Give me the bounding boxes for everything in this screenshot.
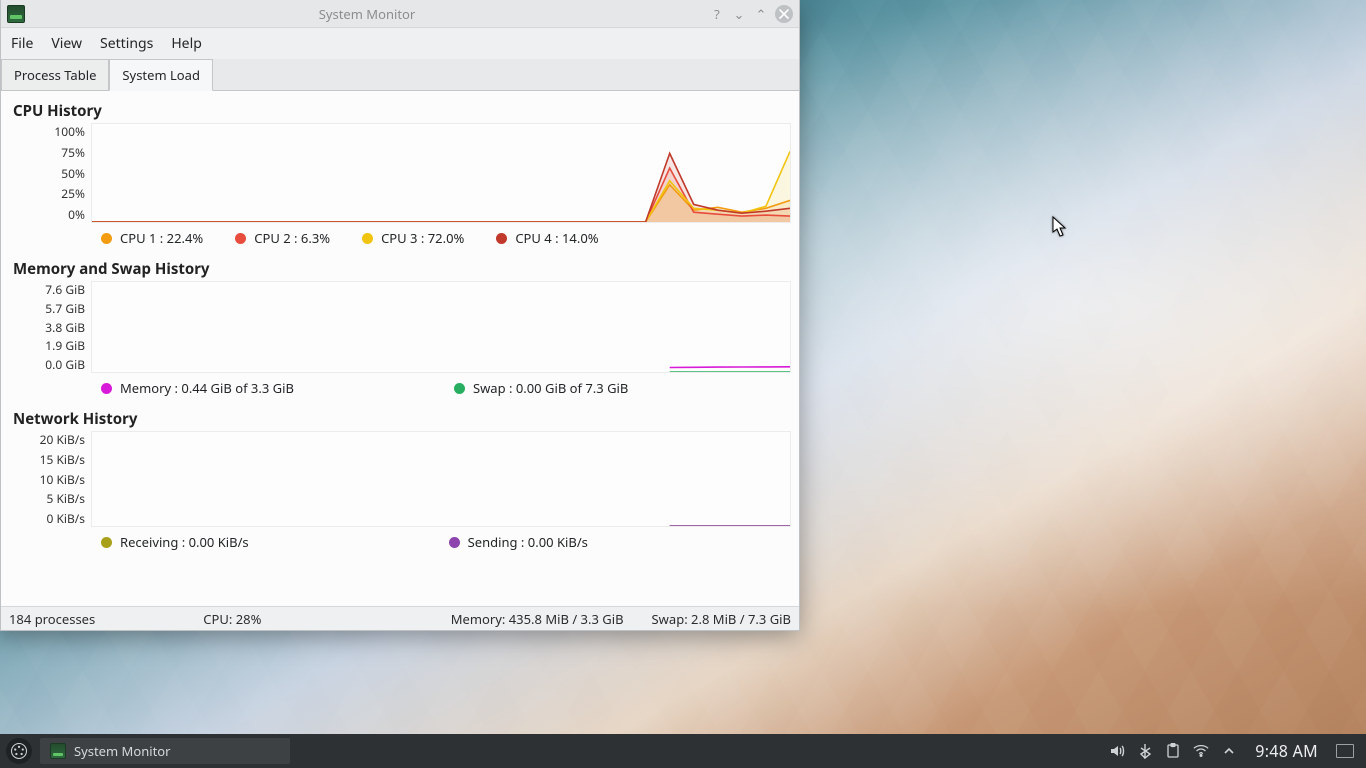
cpu-legend: CPU 1 : 22.4% CPU 2 : 6.3% CPU 3 : 72.0%… — [9, 223, 791, 255]
window-title: System Monitor — [25, 5, 709, 23]
statusbar: 184 processes CPU: 28% Memory: 435.8 MiB… — [1, 606, 799, 630]
network-chart — [91, 431, 791, 527]
close-button[interactable] — [775, 5, 793, 23]
network-history-title: Network History — [13, 409, 791, 429]
application-launcher[interactable] — [6, 738, 32, 764]
memory-chart — [91, 281, 791, 373]
network-icon[interactable] — [1193, 743, 1209, 759]
network-y-axis: 20 KiB/s 15 KiB/s 10 KiB/s 5 KiB/s 0 KiB… — [9, 431, 91, 527]
status-cpu: CPU: 28% — [203, 610, 261, 628]
memory-ytick: 1.9 GiB — [9, 337, 85, 354]
network-chart-wrap: 20 KiB/s 15 KiB/s 10 KiB/s 5 KiB/s 0 KiB… — [9, 431, 791, 527]
network-ytick: 10 KiB/s — [9, 471, 85, 488]
tray-expand-icon[interactable] — [1221, 743, 1237, 759]
cpu-ytick: 0% — [9, 206, 85, 223]
dot-icon — [362, 233, 373, 244]
network-ytick: 0 KiB/s — [9, 510, 85, 527]
show-desktop-button[interactable] — [1336, 744, 1354, 758]
system-monitor-icon — [7, 5, 25, 23]
window-buttons: ? ⌄ ⌃ — [709, 5, 793, 23]
cpu-history-title: CPU History — [13, 101, 791, 121]
taskbar-task-system-monitor[interactable]: System Monitor — [40, 738, 290, 764]
memory-ytick: 5.7 GiB — [9, 300, 85, 317]
network-ytick: 5 KiB/s — [9, 490, 85, 507]
dot-icon — [496, 233, 507, 244]
status-swap: Swap: 2.8 MiB / 7.3 GiB — [652, 610, 791, 628]
bluetooth-icon[interactable] — [1137, 743, 1153, 759]
menu-settings[interactable]: Settings — [100, 34, 153, 53]
menu-file[interactable]: File — [11, 34, 33, 53]
memory-ytick: 0.0 GiB — [9, 356, 85, 373]
cpu-ytick: 75% — [9, 144, 85, 161]
memory-legend-item: Memory : 0.44 GiB of 3.3 GiB — [101, 379, 294, 397]
system-monitor-window: System Monitor ? ⌄ ⌃ File View Settings … — [0, 0, 800, 631]
tab-system-load[interactable]: System Load — [109, 59, 213, 91]
maximize-button[interactable]: ⌃ — [753, 6, 769, 22]
dot-icon — [101, 233, 112, 244]
system-tray: 9:48 AM — [1109, 740, 1360, 762]
cpu-chart-wrap: 100% 75% 50% 25% 0% — [9, 123, 791, 223]
network-ytick: 20 KiB/s — [9, 431, 85, 448]
tab-process-table[interactable]: Process Table — [1, 59, 109, 90]
titlebar[interactable]: System Monitor ? ⌄ ⌃ — [1, 0, 799, 28]
minimize-button[interactable]: ⌄ — [731, 6, 747, 22]
volume-icon[interactable] — [1109, 743, 1125, 759]
menu-help[interactable]: Help — [171, 34, 202, 53]
cpu-ytick: 25% — [9, 185, 85, 202]
cpu-chart — [91, 123, 791, 223]
cpu-ytick: 50% — [9, 165, 85, 182]
network-legend: Receiving : 0.00 KiB/s Sending : 0.00 Ki… — [9, 527, 791, 559]
memory-y-axis: 7.6 GiB 5.7 GiB 3.8 GiB 1.9 GiB 0.0 GiB — [9, 281, 91, 373]
dot-icon — [449, 537, 460, 548]
memory-legend: Memory : 0.44 GiB of 3.3 GiB Swap : 0.00… — [9, 373, 791, 405]
dot-icon — [235, 233, 246, 244]
dot-icon — [101, 537, 112, 548]
menubar: File View Settings Help — [1, 28, 799, 59]
network-legend-item: Receiving : 0.00 KiB/s — [101, 533, 249, 551]
memory-history-title: Memory and Swap History — [13, 259, 791, 279]
memory-chart-wrap: 7.6 GiB 5.7 GiB 3.8 GiB 1.9 GiB 0.0 GiB — [9, 281, 791, 373]
taskbar: System Monitor 9:48 AM — [0, 734, 1366, 768]
cpu-legend-item: CPU 1 : 22.4% — [101, 229, 203, 247]
task-label: System Monitor — [74, 742, 171, 760]
status-processes: 184 processes — [9, 610, 95, 628]
clock[interactable]: 9:48 AM — [1255, 740, 1318, 762]
content-area: CPU History 100% 75% 50% 25% 0% CPU 1 : … — [1, 91, 799, 606]
memory-legend-item: Swap : 0.00 GiB of 7.3 GiB — [454, 379, 628, 397]
cpu-y-axis: 100% 75% 50% 25% 0% — [9, 123, 91, 223]
system-monitor-icon — [50, 743, 66, 759]
memory-ytick: 3.8 GiB — [9, 319, 85, 336]
dot-icon — [454, 383, 465, 394]
menu-view[interactable]: View — [51, 34, 82, 53]
cpu-legend-item: CPU 2 : 6.3% — [235, 229, 330, 247]
help-button[interactable]: ? — [709, 6, 725, 22]
cpu-legend-item: CPU 4 : 14.0% — [496, 229, 598, 247]
status-memory: Memory: 435.8 MiB / 3.3 GiB — [451, 610, 624, 628]
cpu-legend-item: CPU 3 : 72.0% — [362, 229, 464, 247]
memory-ytick: 7.6 GiB — [9, 281, 85, 298]
cpu-ytick: 100% — [9, 123, 85, 140]
clipboard-icon[interactable] — [1165, 743, 1181, 759]
network-legend-item: Sending : 0.00 KiB/s — [449, 533, 588, 551]
dot-icon — [101, 383, 112, 394]
network-ytick: 15 KiB/s — [9, 451, 85, 468]
tabbar: Process Table System Load — [1, 59, 799, 91]
